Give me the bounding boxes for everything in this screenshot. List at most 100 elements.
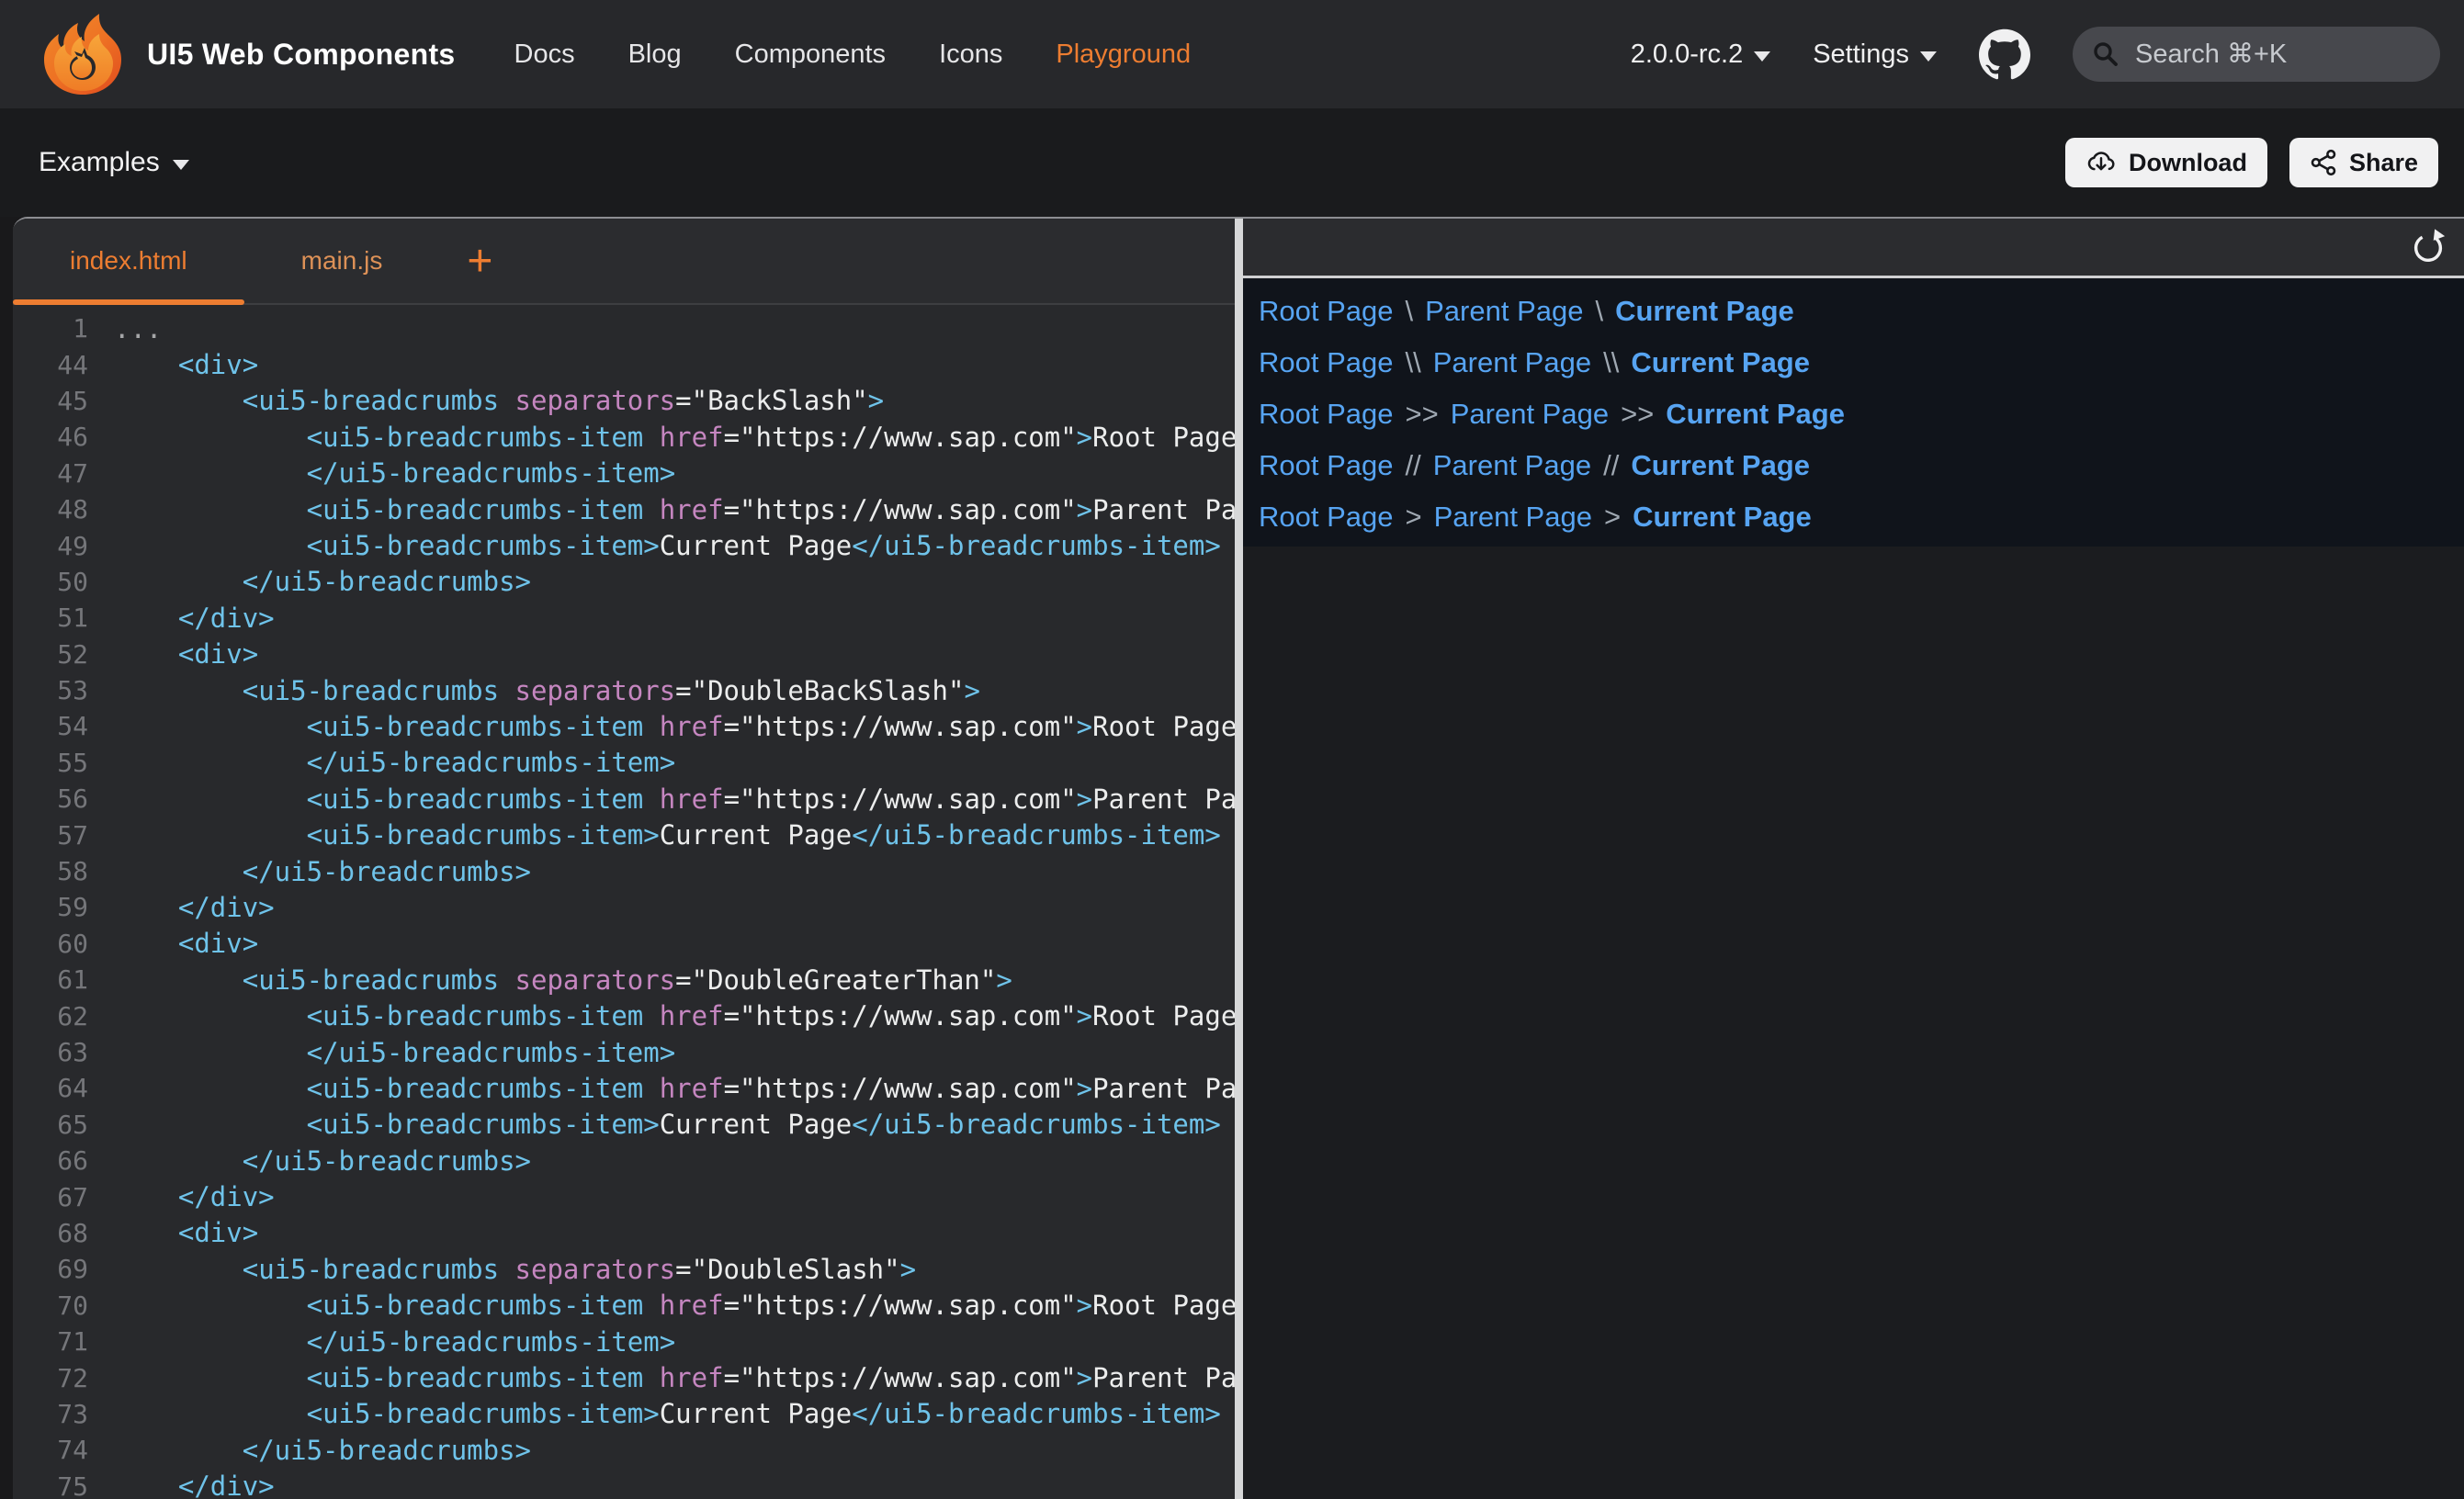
code-line-text: </div> [114,603,275,634]
code-token: <ui5-breadcrumbs-item> [307,1398,660,1429]
chevron-down-icon [1754,51,1770,62]
code-token: > [1077,1362,1092,1393]
line-number: 60 [13,929,88,959]
line-number: 57 [13,820,88,851]
code-line-text: <ui5-breadcrumbs-item>Current Page</ui5-… [114,1398,1221,1429]
code-token: </div> [178,892,275,923]
code-line-text: <ui5-breadcrumbs-item>Current Page</ui5-… [114,530,1221,561]
code-editor[interactable]: 1...44<div>45<ui5-breadcrumbs separators… [13,305,1235,1499]
refresh-button[interactable] [2409,228,2447,266]
breadcrumb-link[interactable]: Parent Page [1433,346,1591,379]
code-token: <ui5-breadcrumbs-item [307,1362,660,1393]
breadcrumb-link[interactable]: Root Page [1259,346,1394,379]
breadcrumb-link[interactable]: Parent Page [1425,295,1583,328]
nav-link-icons[interactable]: Icons [939,39,1002,70]
breadcrumb-link[interactable]: Root Page [1259,295,1394,328]
tab-main-js[interactable]: main.js [244,219,440,303]
breadcrumb-row: Root Page//Parent Page//Current Page [1259,440,2464,491]
code-line-text: <ui5-breadcrumbs-item href="https://www.… [114,422,1235,453]
examples-label: Examples [39,147,160,178]
line-number: 63 [13,1037,88,1067]
line-number: 64 [13,1073,88,1103]
code-token: </div> [178,1471,275,1499]
code-token: <ui5-breadcrumbs-item> [307,819,660,851]
code-token: </ui5-breadcrumbs> [243,1435,531,1466]
refresh-icon [2409,228,2447,266]
brand[interactable]: UI5 Web Components [37,14,456,95]
preview-content: Root Page\Parent Page\Current PageRoot P… [1243,278,2464,547]
nav-link-components[interactable]: Components [735,39,886,70]
nav-link-blog[interactable]: Blog [628,39,682,70]
breadcrumb-link[interactable]: Parent Page [1433,449,1591,482]
code-token: <ui5-breadcrumbs-item> [307,530,660,561]
github-icon [1979,28,2030,80]
breadcrumb-separator: \\ [1603,346,1619,379]
code-token: ="https://www.sap.com" [724,1073,1077,1104]
code-token: <ui5-breadcrumbs-item [307,422,660,453]
line-number: 47 [13,458,88,489]
code-token: <ui5-breadcrumbs [243,964,515,996]
line-number: 1 [13,313,88,344]
code-line-text: <ui5-breadcrumbs-item href="https://www.… [114,1000,1235,1031]
code-token: ="DoubleSlash" [675,1254,899,1285]
breadcrumb-link[interactable]: Root Page [1259,501,1394,534]
code-token: Root Page [1092,1000,1235,1031]
code-line: 45<ui5-breadcrumbs separators="BackSlash… [13,383,1235,419]
nav-link-playground[interactable]: Playground [1056,39,1191,70]
code-line: 56<ui5-breadcrumbs-item href="https://ww… [13,781,1235,817]
code-line-text: </ui5-breadcrumbs> [114,1435,531,1466]
playground-content: index.htmlmain.js + 1...44<div>45<ui5-br… [13,217,2464,1499]
code-token: Current Page [660,1398,853,1429]
line-number: 65 [13,1110,88,1140]
breadcrumb-link[interactable]: Root Page [1259,449,1394,482]
share-button[interactable]: Share [2289,138,2438,187]
add-tab-button[interactable]: + [439,219,520,303]
code-token: <ui5-breadcrumbs-item [307,1073,660,1104]
code-line-text: </ui5-breadcrumbs> [114,856,531,887]
code-line: 59</div> [13,889,1235,925]
tab-index-html[interactable]: index.html [13,219,244,303]
code-token: </ui5-breadcrumbs-item> [307,1326,676,1358]
panel-splitter[interactable] [1235,219,1243,1499]
code-token: href [660,783,724,815]
github-link[interactable] [1979,28,2030,80]
breadcrumb-separator: >> [1406,398,1439,431]
code-token: ="https://www.sap.com" [724,1000,1077,1031]
code-line: 50</ui5-breadcrumbs> [13,564,1235,600]
breadcrumb-separator: \ [1595,295,1603,328]
code-line: 54<ui5-breadcrumbs-item href="https://ww… [13,708,1235,744]
code-token: </ui5-breadcrumbs-item> [852,530,1221,561]
breadcrumb-link[interactable]: Root Page [1259,398,1394,431]
examples-dropdown[interactable]: Examples [39,147,189,178]
breadcrumb-separator: // [1406,449,1421,482]
code-line: 62<ui5-breadcrumbs-item href="https://ww… [13,997,1235,1033]
line-number: 67 [13,1182,88,1212]
code-token: ="DoubleGreaterThan" [675,964,996,996]
code-token: Parent Page [1092,1362,1235,1393]
code-token: > [964,675,979,706]
breadcrumb-link[interactable]: Parent Page [1451,398,1609,431]
code-token: Root Page [1092,1290,1235,1321]
code-line: 1... [13,310,1235,346]
search-input[interactable] [2133,39,2422,71]
download-button[interactable]: Download [2065,138,2267,187]
breadcrumb-current: Current Page [1631,346,1810,379]
code-line: 44<div> [13,346,1235,382]
code-token: > [1077,1000,1092,1031]
code-line-text: <ui5-breadcrumbs separators="BackSlash"> [114,385,884,416]
line-number: 48 [13,494,88,524]
code-token: ... [114,313,162,344]
settings-dropdown[interactable]: Settings [1813,39,1937,70]
version-dropdown[interactable]: 2.0.0-rc.2 [1631,39,1771,70]
code-token: <ui5-breadcrumbs [243,675,515,706]
line-number: 50 [13,567,88,597]
nav-link-docs[interactable]: Docs [514,39,575,70]
code-token: </ui5-breadcrumbs-item> [307,1037,676,1068]
preview-empty-area [1243,547,2464,1499]
download-cloud-icon [2085,149,2117,176]
code-token: separators [515,964,676,996]
settings-label: Settings [1813,39,1909,70]
code-token: ="BackSlash" [675,385,868,416]
breadcrumb-link[interactable]: Parent Page [1434,501,1592,534]
code-token: <ui5-breadcrumbs [243,1254,515,1285]
